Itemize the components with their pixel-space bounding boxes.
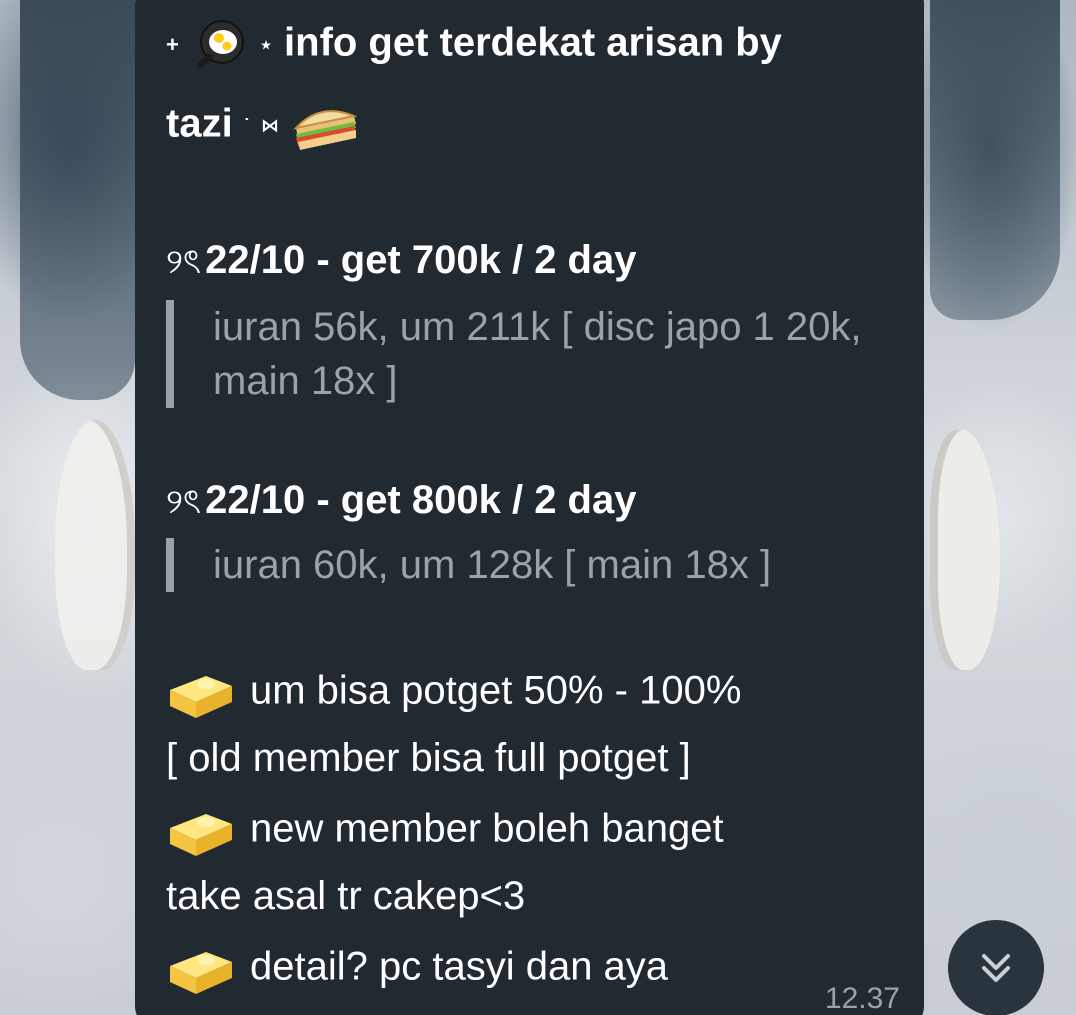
- offer-heading-2: ୨ৎ 22/10 - get 800k / 2 day: [166, 476, 636, 533]
- star-deco: ⋆: [259, 32, 273, 57]
- offer-detail-quote-2: iuran 60k, um 128k [ main 18x ]: [166, 538, 893, 592]
- butter-icon: [170, 676, 232, 718]
- wallpaper-hair-left: [55, 420, 135, 670]
- note-text-5: detail? pc tasyi dan aya: [250, 944, 669, 989]
- note-line-1: um bisa potget 50% - 100%: [166, 666, 741, 720]
- bowtie-deco: ⋈: [260, 115, 279, 136]
- plus-sparkle-deco: +: [166, 32, 179, 57]
- butter-icon: [170, 814, 232, 856]
- frying-pan-egg-icon: [197, 20, 244, 68]
- wallpaper-figure-left: [20, 0, 135, 400]
- dot-deco: ˙: [243, 115, 250, 136]
- note-text-3: new member boleh banget: [250, 806, 724, 851]
- note-line-4: take asal tr cakep<3: [166, 874, 525, 919]
- offer-prefix-1: ୨ৎ: [166, 243, 202, 281]
- butter-icon: [170, 952, 232, 994]
- scroll-to-bottom-button[interactable]: [948, 920, 1044, 1015]
- note-line-3: new member boleh banget: [166, 804, 724, 858]
- note-text-2: [ old member bisa full potget ]: [166, 736, 691, 780]
- message-title-line-2: tazi ˙ ⋈: [166, 98, 360, 154]
- message-title-text-1: info get terdekat arisan by: [284, 20, 782, 65]
- wallpaper-hair-right: [930, 430, 1000, 670]
- offer-prefix-2: ୨ৎ: [166, 483, 202, 521]
- sandwich-icon: [293, 110, 358, 150]
- message-timestamp: 12.37: [824, 982, 900, 1015]
- note-line-2: [ old member bisa full potget ]: [166, 736, 691, 781]
- offer-detail-quote-1: iuran 56k, um 211k [ disc japo 1 20k, ma…: [166, 300, 893, 408]
- message-bubble[interactable]: + ⋆ info get terdekat arisan by tazi ˙ ⋈…: [135, 0, 924, 1015]
- message-title-text-2: tazi: [166, 101, 233, 146]
- note-text-1: um bisa potget 50% - 100%: [250, 668, 742, 713]
- double-chevron-down-icon: [982, 954, 1010, 982]
- note-text-4: take asal tr cakep<3: [166, 874, 526, 918]
- offer-heading-text-1: 22/10 - get 700k / 2 day: [205, 238, 637, 282]
- message-title-line-1: + ⋆ info get terdekat arisan by: [166, 18, 782, 72]
- note-line-5: detail? pc tasyi dan aya: [166, 942, 668, 996]
- offer-heading-1: ୨ৎ 22/10 - get 700k / 2 day: [166, 236, 636, 293]
- wallpaper-figure-right: [930, 0, 1060, 320]
- offer-heading-text-2: 22/10 - get 800k / 2 day: [205, 478, 637, 522]
